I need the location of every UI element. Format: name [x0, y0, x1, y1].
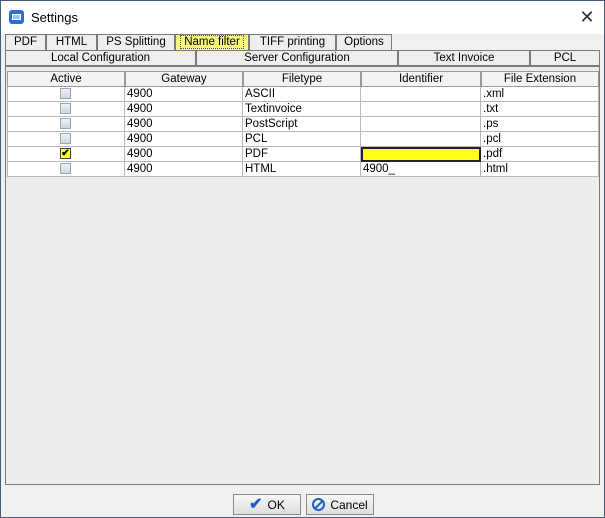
- tab-row-primary: PDF HTML PS Splitting Name filter TIFF p…: [5, 34, 601, 51]
- close-icon[interactable]: ✕: [576, 5, 598, 29]
- identifier-cell[interactable]: [361, 102, 481, 117]
- identifier-cell[interactable]: [361, 132, 481, 147]
- gateway-cell[interactable]: 4900: [125, 162, 243, 177]
- tab-label: Server Configuration: [244, 52, 350, 64]
- tab-ps-splitting[interactable]: PS Splitting: [97, 34, 175, 50]
- column-header-filetype[interactable]: Filetype: [243, 71, 361, 87]
- settings-window: Settings ✕ PDF HTML PS Splitting Name fi…: [0, 0, 605, 518]
- active-checkbox[interactable]: [60, 103, 71, 114]
- active-checkbox[interactable]: [60, 133, 71, 144]
- tab-label: Local Configuration: [50, 52, 151, 64]
- extension-cell[interactable]: .ps: [481, 117, 599, 132]
- extension-cell[interactable]: .txt: [481, 102, 599, 117]
- column-header-identifier[interactable]: Identifier: [361, 71, 481, 87]
- tab-label: HTML: [55, 36, 88, 48]
- filetype-cell[interactable]: PDF: [243, 147, 361, 162]
- extension-cell[interactable]: .html: [481, 162, 599, 177]
- table-row-active-cell[interactable]: [7, 117, 125, 132]
- tab-label: PDF: [14, 36, 37, 48]
- filetype-cell[interactable]: Textinvoice: [243, 102, 361, 117]
- dialog-footer: ✔ OK Cancel: [1, 487, 604, 517]
- gateway-cell[interactable]: 4900: [125, 102, 243, 117]
- tab-row-secondary: Local Configuration Server Configuration…: [5, 50, 601, 66]
- tab-pcl[interactable]: PCL: [530, 50, 600, 66]
- column-header-active[interactable]: Active: [7, 71, 125, 87]
- tab-label: Text Invoice: [433, 52, 495, 64]
- column-header-gateway[interactable]: Gateway: [125, 71, 243, 87]
- extension-cell[interactable]: .pdf: [481, 147, 599, 162]
- cancel-icon: [312, 498, 326, 511]
- tab-label: TIFF printing: [259, 36, 326, 48]
- tab-text-invoice[interactable]: Text Invoice: [398, 50, 530, 66]
- window-title: Settings: [31, 10, 78, 25]
- identifier-cell[interactable]: [361, 87, 481, 102]
- table-row-active-cell[interactable]: [7, 132, 125, 147]
- table-row-active-cell[interactable]: [7, 102, 125, 117]
- filetype-cell[interactable]: PCL: [243, 132, 361, 147]
- title-bar: Settings ✕: [1, 1, 604, 34]
- table-row-active-cell[interactable]: [7, 87, 125, 102]
- identifier-cell[interactable]: 4900_: [361, 162, 481, 177]
- ok-label: OK: [267, 497, 285, 512]
- extension-cell[interactable]: .pcl: [481, 132, 599, 147]
- table-row-active-cell[interactable]: [7, 162, 125, 177]
- app-icon: [9, 10, 24, 24]
- active-checkbox[interactable]: [60, 118, 71, 129]
- cancel-label: Cancel: [330, 497, 368, 512]
- checkmark-icon: ✔: [249, 495, 263, 513]
- tab-local-configuration[interactable]: Local Configuration: [5, 50, 196, 66]
- gateway-cell[interactable]: 4900: [125, 87, 243, 102]
- tab-tiff-printing[interactable]: TIFF printing: [249, 34, 336, 50]
- filetype-cell[interactable]: HTML: [243, 162, 361, 177]
- filetype-cell[interactable]: ASCII: [243, 87, 361, 102]
- table-row-active-cell[interactable]: ✔: [7, 147, 125, 162]
- tab-label: Options: [344, 36, 384, 48]
- tab-html[interactable]: HTML: [46, 34, 97, 50]
- extension-cell[interactable]: .xml: [481, 87, 599, 102]
- active-checkbox[interactable]: [60, 88, 71, 99]
- tab-options[interactable]: Options: [336, 34, 392, 50]
- gateway-cell[interactable]: 4900: [125, 147, 243, 162]
- gateway-cell[interactable]: 4900: [125, 132, 243, 147]
- tab-pdf[interactable]: PDF: [5, 34, 46, 50]
- cancel-button[interactable]: Cancel: [306, 494, 374, 515]
- tab-label: PCL: [553, 52, 577, 64]
- tab-label: PS Splitting: [106, 36, 166, 48]
- identifier-cell[interactable]: [361, 117, 481, 132]
- tab-name-filter[interactable]: Name filter: [175, 34, 249, 50]
- filetype-cell[interactable]: PostScript: [243, 117, 361, 132]
- active-checkbox-checked[interactable]: ✔: [60, 148, 71, 159]
- gateway-cell[interactable]: 4900: [125, 117, 243, 132]
- identifier-edit-field[interactable]: [361, 147, 481, 162]
- name-filter-panel: Active Gateway Filetype Identifier File …: [5, 66, 600, 485]
- ok-button[interactable]: ✔ OK: [233, 494, 301, 515]
- column-header-file-extension[interactable]: File Extension: [481, 71, 599, 87]
- tab-server-configuration[interactable]: Server Configuration: [196, 50, 398, 66]
- active-checkbox[interactable]: [60, 163, 71, 174]
- tab-label: Name filter: [180, 35, 244, 49]
